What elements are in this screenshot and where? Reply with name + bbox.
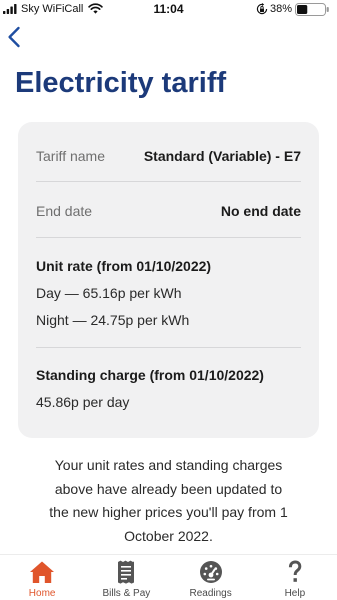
wifi-icon (88, 3, 103, 14)
tariff-name-label: Tariff name (36, 148, 105, 164)
tab-bills-pay-label: Bills & Pay (102, 588, 151, 599)
signal-icon (3, 4, 17, 14)
standing-charge-section: Standing charge (from 01/10/2022) 45.86p… (36, 348, 301, 416)
tab-help-label: Help (284, 588, 306, 599)
tab-bar: Home Bills & Pay Readings Help (0, 554, 337, 600)
receipt-icon (117, 560, 135, 584)
battery-icon (295, 3, 329, 16)
carrier-name: Sky WiFiCall (21, 3, 84, 15)
end-date-label: End date (36, 203, 93, 219)
night-rate: Night — 24.75p per kWh (36, 312, 190, 328)
help-icon (288, 560, 302, 584)
chevron-left-icon (8, 26, 20, 48)
tab-help[interactable]: Help (253, 555, 337, 600)
gauge-icon (199, 560, 223, 584)
page-title: Electricity tariff (15, 67, 227, 99)
status-bar: Sky WiFiCall 11:04 38% (0, 0, 337, 20)
unit-rate-heading: Unit rate (from 01/10/2022) (36, 258, 212, 274)
tab-bills-pay[interactable]: Bills & Pay (84, 555, 168, 600)
battery-fill (297, 5, 308, 14)
end-date-value: No end date (220, 203, 301, 219)
price-update-notice: Your unit rates and standing charges abo… (49, 457, 288, 545)
standing-charge-heading: Standing charge (from 01/10/2022) (36, 367, 264, 383)
tariff-name-value: Standard (Variable) - E7 (143, 148, 301, 164)
unit-rate-section: Unit rate (from 01/10/2022) Day — 65.16p… (36, 238, 301, 348)
tab-home[interactable]: Home (0, 555, 84, 600)
tariff-card: Tariff name Standard (Variable) - E7 End… (18, 122, 319, 438)
tab-readings[interactable]: Readings (169, 555, 253, 600)
orientation-lock-icon (256, 3, 268, 15)
end-date-row: End date No end date (36, 182, 301, 238)
tab-readings-label: Readings (189, 588, 232, 599)
day-rate: Day — 65.16p per kWh (36, 285, 182, 301)
back-button[interactable] (6, 25, 24, 49)
tariff-name-row: Tariff name Standard (Variable) - E7 (36, 122, 301, 182)
tab-home-label: Home (28, 588, 56, 599)
battery-percent: 38% (270, 3, 293, 15)
clock: 11:04 (153, 2, 184, 16)
standing-charge-value: 45.86p per day (36, 394, 130, 410)
home-icon (29, 560, 55, 584)
